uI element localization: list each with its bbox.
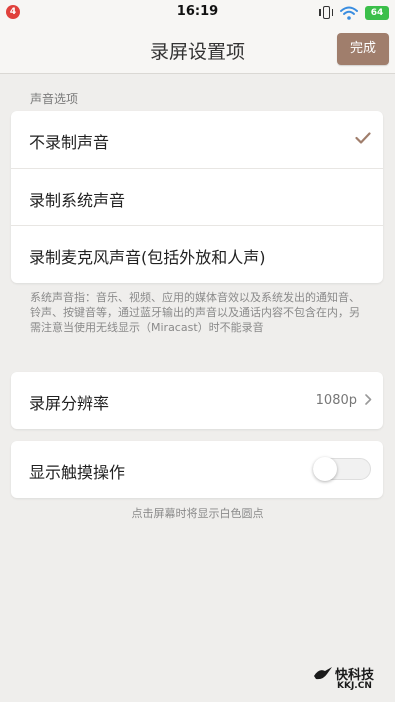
done-button[interactable]: 完成 — [337, 33, 389, 65]
vibrate-icon — [319, 5, 333, 21]
title-bar: 录屏设置项 完成 — [0, 26, 395, 74]
wifi-icon — [340, 6, 358, 20]
sound-section-title: 声音选项 — [30, 92, 79, 106]
screen: 4 16:19 64 录屏设置项 完成 声音选项 不录制声音 录制系统声音 录制… — [0, 0, 395, 702]
sound-note: 系统声音指：音乐、视频、应用的媒体音效以及系统发出的通知音、铃声、按键音等，通过… — [30, 291, 360, 334]
status-icons: 64 — [319, 4, 389, 22]
touch-display-toggle[interactable] — [313, 457, 371, 481]
option-label: 不录制声音 — [29, 133, 110, 152]
touch-display-row: 显示触摸操作 — [11, 441, 383, 498]
status-bar: 4 16:19 64 — [0, 0, 395, 26]
sound-option-system-audio[interactable]: 录制系统声音 — [11, 168, 383, 225]
option-label: 录制麦克风声音(包括外放和人声) — [29, 248, 266, 267]
battery-icon: 64 — [365, 6, 389, 20]
sound-option-no-audio[interactable]: 不录制声音 — [11, 111, 383, 168]
touch-display-label: 显示触摸操作 — [29, 463, 126, 482]
chevron-right-icon — [365, 394, 372, 405]
resolution-value: 1080p — [315, 393, 357, 408]
watermark-logo: 快科技 KKJ.CN — [313, 664, 385, 696]
resolution-label: 录屏分辨率 — [29, 394, 110, 413]
toggle-knob — [313, 457, 337, 481]
touch-note: 点击屏幕时将显示白色圆点 — [131, 507, 264, 520]
checkmark-icon — [355, 132, 371, 144]
sound-option-microphone-audio[interactable]: 录制麦克风声音(包括外放和人声) — [11, 225, 383, 282]
bird-logo-icon — [314, 667, 332, 680]
resolution-row[interactable]: 录屏分辨率 1080p — [11, 372, 383, 429]
option-label: 录制系统声音 — [29, 191, 126, 210]
page-title: 录屏设置项 — [149, 41, 245, 63]
sound-options-card: 不录制声音 录制系统声音 录制麦克风声音(包括外放和人声) — [11, 111, 383, 283]
watermark-domain: KKJ.CN — [337, 681, 372, 691]
